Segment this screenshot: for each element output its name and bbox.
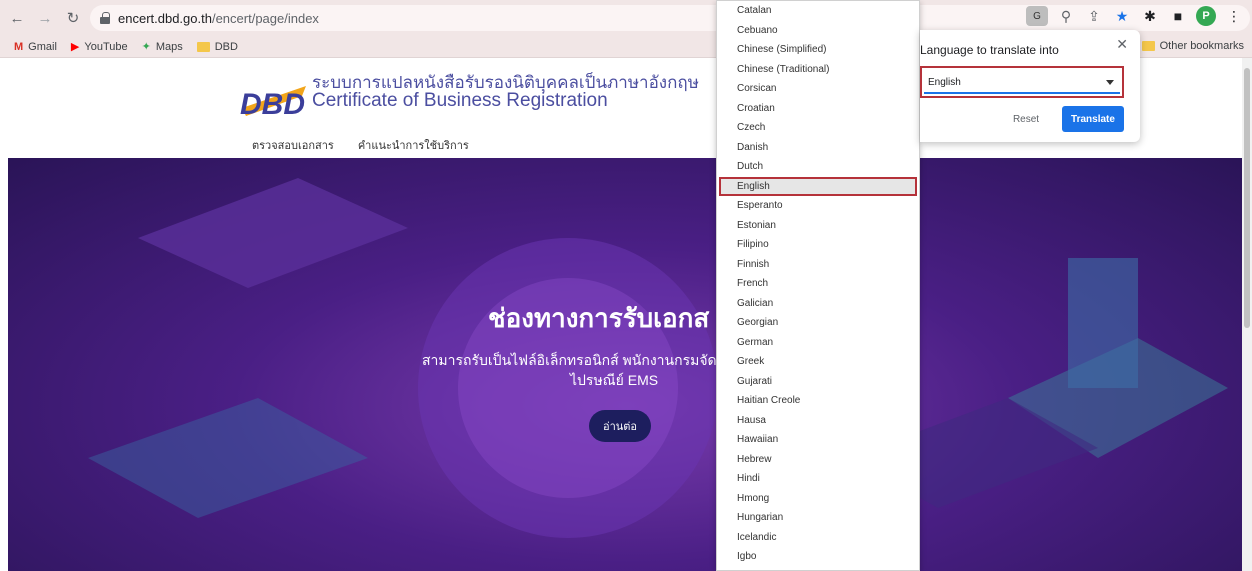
bookmark-gmail[interactable]: M Gmail: [14, 41, 57, 53]
forward-icon[interactable]: →: [34, 7, 56, 29]
maps-icon: ✦: [141, 41, 151, 53]
hero-title: ช่องทางการรับเอกส: [488, 303, 710, 333]
language-option[interactable]: Hmong: [717, 489, 919, 509]
reload-icon[interactable]: ↻: [62, 7, 84, 29]
toolbar-actions: G ⚲ ⇪ ★ ✱ ■ P ⋮: [1026, 6, 1244, 26]
language-option[interactable]: Hausa: [717, 411, 919, 431]
language-option[interactable]: Dutch: [717, 157, 919, 177]
close-icon[interactable]: ✕: [1116, 36, 1128, 53]
language-option[interactable]: Hungarian: [717, 508, 919, 528]
nav-check-documents[interactable]: ตรวจสอบเอกสาร: [252, 136, 334, 154]
extensions-icon[interactable]: ✱: [1140, 6, 1160, 26]
bookmark-star-icon[interactable]: ★: [1112, 6, 1132, 26]
translate-icon[interactable]: G: [1026, 6, 1048, 26]
language-option[interactable]: Filipino: [717, 235, 919, 255]
language-option[interactable]: Estonian: [717, 216, 919, 236]
language-option[interactable]: Hebrew: [717, 450, 919, 470]
language-option[interactable]: Hawaiian: [717, 430, 919, 450]
youtube-icon: ▶: [70, 41, 80, 53]
site-nav: ตรวจสอบเอกสาร คำแนะนำการใช้บริการ: [252, 136, 469, 154]
translate-button[interactable]: Translate: [1062, 106, 1124, 132]
language-option[interactable]: Esperanto: [717, 196, 919, 216]
language-option[interactable]: Gujarati: [717, 372, 919, 392]
language-option[interactable]: Greek: [717, 352, 919, 372]
language-option[interactable]: English: [719, 176, 917, 196]
scroll-thumb[interactable]: [1244, 68, 1250, 328]
language-option[interactable]: Danish: [717, 138, 919, 158]
other-bookmarks[interactable]: Other bookmarks: [1141, 40, 1244, 52]
language-option[interactable]: Hindi: [717, 469, 919, 489]
share-icon[interactable]: ⇪: [1084, 6, 1104, 26]
folder-icon: [1141, 41, 1155, 51]
language-option[interactable]: French: [717, 274, 919, 294]
hero-subtitle-line1: สามารถรับเป็นไฟล์อิเล็กทรอนิกส์ พนักงานก…: [422, 352, 717, 368]
bookmark-dbd[interactable]: DBD: [196, 41, 238, 53]
page-scrollbar[interactable]: [1242, 58, 1252, 571]
avatar[interactable]: P: [1196, 6, 1216, 26]
language-option[interactable]: Finnish: [717, 255, 919, 275]
nav-service-guide[interactable]: คำแนะนำการใช้บริการ: [358, 136, 469, 154]
language-option[interactable]: Georgian: [717, 313, 919, 333]
translate-popup: Language to translate into ✕ English Res…: [920, 30, 1140, 142]
menu-icon[interactable]: ⋮: [1224, 6, 1244, 26]
zoom-icon[interactable]: ⚲: [1056, 6, 1076, 26]
svg-text:DBD: DBD: [240, 88, 305, 120]
language-option[interactable]: Corsican: [717, 79, 919, 99]
language-option[interactable]: German: [717, 333, 919, 353]
hero-banner: ช่องทางการรับเอกส สามารถรับเป็นไฟล์อิเล็…: [8, 158, 1244, 571]
site-title-english: Certificate of Business Registration: [312, 90, 608, 111]
lock-icon[interactable]: [100, 12, 110, 24]
bookmark-maps[interactable]: ✦ Maps: [141, 40, 183, 54]
language-option[interactable]: Chinese (Traditional): [717, 60, 919, 80]
language-option[interactable]: Croatian: [717, 99, 919, 119]
language-option[interactable]: Catalan: [717, 1, 919, 21]
language-option[interactable]: Haitian Creole: [717, 391, 919, 411]
language-option[interactable]: Chinese (Simplified): [717, 40, 919, 60]
read-more-button[interactable]: อ่านต่อ: [589, 410, 651, 442]
language-option[interactable]: Icelandic: [717, 528, 919, 548]
url-text[interactable]: encert.dbd.go.th/encert/page/index: [118, 11, 319, 26]
language-option[interactable]: Cebuano: [717, 21, 919, 41]
language-option[interactable]: Czech: [717, 118, 919, 138]
dbd-logo[interactable]: DBD: [236, 76, 312, 120]
target-language-select[interactable]: English: [920, 66, 1124, 98]
language-option[interactable]: Galician: [717, 294, 919, 314]
reset-button[interactable]: Reset: [998, 106, 1054, 132]
language-dropdown-list[interactable]: Catalan Cebuano Chinese (Simplified) Chines…: [716, 0, 920, 571]
back-icon[interactable]: ←: [6, 7, 28, 29]
language-option[interactable]: Igbo: [717, 547, 919, 567]
target-language-value: English: [928, 76, 961, 88]
caret-down-icon: [1106, 80, 1114, 85]
folder-icon: [196, 41, 210, 52]
translate-popup-title: Language to translate into: [920, 43, 1059, 57]
bookmark-youtube[interactable]: ▶ YouTube: [70, 40, 128, 54]
hero-subtitle-line2: ไปรษณีย์ EMS: [570, 372, 659, 388]
side-panel-icon[interactable]: ■: [1168, 6, 1188, 26]
gmail-icon: M: [14, 40, 24, 53]
